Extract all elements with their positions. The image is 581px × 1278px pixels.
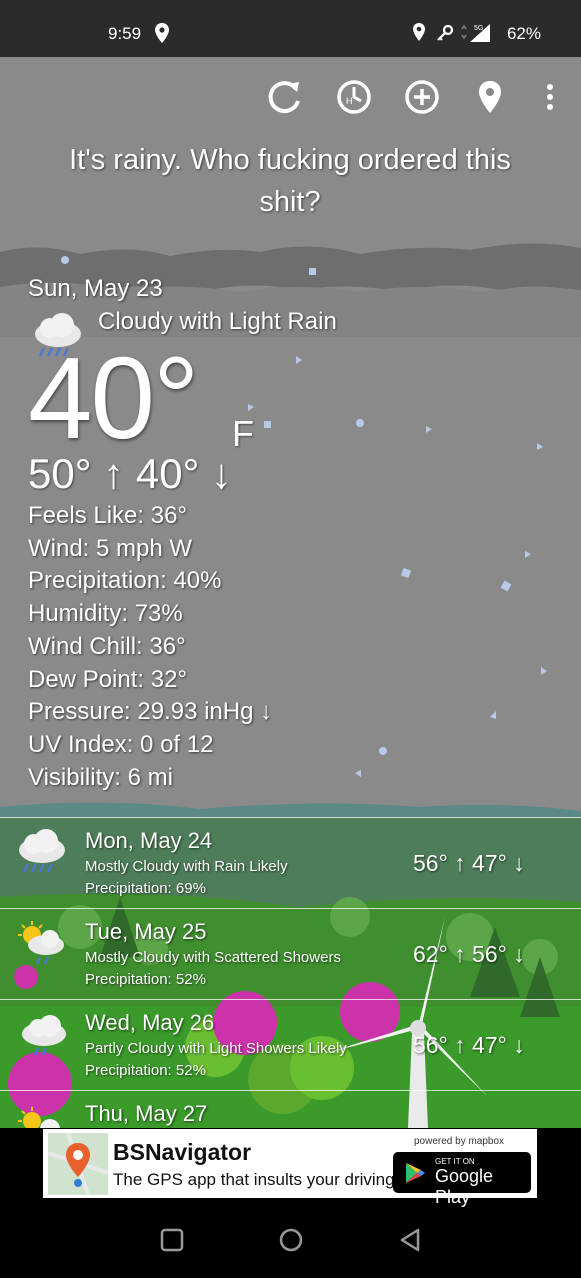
- weather-main: H It's rainy. Who fucking ordered this s…: [0, 57, 581, 1128]
- forecast-precipitation: Precipitation: 69%: [85, 880, 206, 897]
- navigation-bar: [0, 1208, 581, 1278]
- cloud-rain-icon: [14, 1010, 70, 1065]
- forecast-row[interactable]: Mon, May 24 Mostly Cloudy with Rain Like…: [0, 817, 581, 908]
- forecast-condition: Mostly Cloudy with Scattered Showers: [85, 949, 341, 966]
- ad-map-logo: [47, 1132, 109, 1196]
- uv-index: UV Index: 0 of 12: [28, 730, 214, 758]
- home-icon[interactable]: [278, 1227, 304, 1258]
- play-store-label: Google Play: [435, 1166, 494, 1207]
- ad-tagline: The GPS app that insults your driving.: [113, 1170, 400, 1189]
- wind-chill: Wind Chill: 36°: [28, 632, 186, 660]
- precipitation: Precipitation: 40%: [28, 567, 222, 595]
- forecast-hi-lo: 62° ↑ 56° ↓: [413, 941, 525, 967]
- recents-icon[interactable]: [160, 1228, 184, 1257]
- forecast-day: Wed, May 26: [85, 1010, 215, 1035]
- humidity: Humidity: 73%: [28, 600, 183, 628]
- temperature-unit: F: [232, 413, 254, 454]
- cloud-rain-icon: [14, 828, 70, 883]
- dew-point: Dew Point: 32°: [28, 665, 188, 693]
- forecast-day: Mon, May 24: [85, 828, 213, 853]
- ad-title: BSNavigator: [113, 1139, 252, 1165]
- status-icons: 5G: [412, 22, 502, 49]
- status-bar: 9:59 5G 62%: [0, 0, 581, 57]
- svg-text:5G: 5G: [474, 25, 483, 32]
- wind: Wind: 5 mph W: [28, 534, 193, 562]
- location-icon[interactable]: [470, 77, 510, 117]
- current-condition: Cloudy with Light Rain: [98, 308, 337, 335]
- forecast-day: Thu, May 27: [85, 1101, 208, 1126]
- current-date: Sun, May 23: [28, 275, 163, 302]
- back-icon[interactable]: [398, 1227, 422, 1258]
- ad-banner[interactable]: BSNavigator The GPS app that insults you…: [43, 1129, 537, 1207]
- pressure: Pressure: 29.93 inHg ↓: [28, 698, 273, 726]
- battery-level: 62%: [506, 24, 541, 43]
- forecast-row[interactable]: Thu, May 27: [0, 1090, 581, 1128]
- location-status-icon: [155, 23, 169, 48]
- add-icon[interactable]: [402, 77, 442, 117]
- ad-powered-by: powered by mapbox: [414, 1136, 505, 1147]
- forecast-hi-lo: 56° ↑ 47° ↓: [413, 850, 525, 876]
- forecast-condition: Mostly Cloudy with Rain Likely: [85, 858, 288, 875]
- svg-text:H: H: [346, 96, 353, 106]
- sun-cloud-rain-icon: [14, 919, 70, 974]
- weather-headline: It's rainy. Who fucking ordered this shi…: [69, 144, 511, 218]
- forecast-row[interactable]: Wed, May 26 Partly Cloudy with Light Sho…: [0, 999, 581, 1090]
- play-store-small-label: GET IT ON: [435, 1157, 475, 1166]
- forecast-hi-lo: 56° ↑ 47° ↓: [413, 1032, 525, 1058]
- weather-details: Feels Like: 36° Wind: 5 mph W Precipitat…: [28, 500, 272, 794]
- forecast-precipitation: Precipitation: 52%: [85, 971, 206, 988]
- current-temperature: 40°: [28, 333, 199, 463]
- play-store-icon: [406, 1163, 425, 1183]
- google-play-button[interactable]: GET IT ON Google Play: [393, 1152, 531, 1207]
- forecast-precipitation: Precipitation: 52%: [85, 1062, 206, 1079]
- sun-cloud-icon: [14, 1101, 70, 1128]
- forecast-day: Tue, May 25: [85, 919, 207, 944]
- status-time: 9:59: [108, 24, 142, 43]
- forecast-condition: Partly Cloudy with Light Showers Likely: [85, 1040, 347, 1057]
- refresh-icon[interactable]: [265, 77, 305, 117]
- current-hi-lo: 50° ↑ 40° ↓: [28, 450, 233, 497]
- visibility: Visibility: 6 mi: [28, 763, 173, 791]
- feels-like: Feels Like: 36°: [28, 502, 188, 529]
- forecast-row[interactable]: Tue, May 25 Mostly Cloudy with Scattered…: [0, 908, 581, 999]
- more-icon[interactable]: [530, 77, 570, 117]
- history-icon[interactable]: H: [334, 77, 374, 117]
